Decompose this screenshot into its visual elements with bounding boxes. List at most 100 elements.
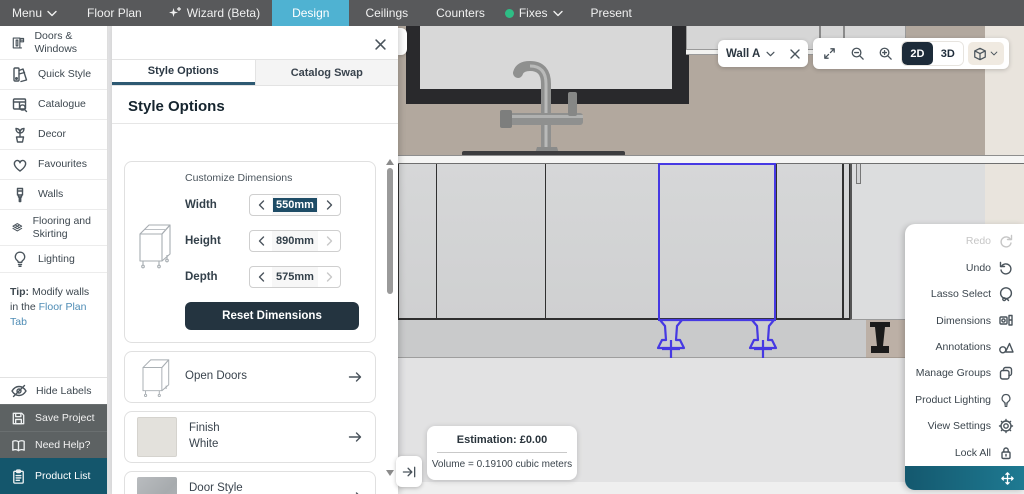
wizard-label: Wizard (Beta) (186, 6, 261, 20)
width-increase-button[interactable] (318, 195, 340, 215)
plinth[interactable] (398, 320, 866, 358)
width-stepper: 550mm (249, 194, 341, 216)
sidebar-item-quick-style[interactable]: Quick Style (0, 60, 107, 90)
door-style-card[interactable]: Door Style Clerkenwell (124, 471, 376, 494)
redo-label: Redo (965, 235, 991, 248)
view-2d-button[interactable]: 2D (902, 42, 933, 65)
product-list-button[interactable]: Product List (0, 458, 107, 494)
paint-brush-icon (16, 187, 24, 202)
product-lighting-button[interactable]: Product Lighting (905, 387, 1024, 413)
status-dot (504, 8, 514, 18)
top-menu-bar: Menu Floor Plan Wizard (Beta) Design Cei… (0, 0, 1024, 26)
tab-design-active[interactable]: Design (272, 0, 350, 26)
redo-button[interactable]: Redo (905, 228, 1024, 254)
design-label: Design (292, 6, 330, 20)
sidebar-item-lighting[interactable]: Lighting (0, 246, 107, 273)
zoom-out-button[interactable] (846, 41, 870, 66)
annotations-button[interactable]: Annotations (905, 334, 1024, 360)
hide-labels-button[interactable]: Hide Labels (0, 377, 107, 404)
sidebar-item-catalogue[interactable]: Catalogue (0, 90, 107, 120)
expand-icon (824, 48, 836, 59)
heart-icon (13, 159, 27, 172)
style-options-panel: Style Options Catalog Swap Style Options… (112, 26, 398, 494)
view-settings-label: View Settings (927, 420, 991, 433)
manage-groups-button[interactable]: Manage Groups (905, 360, 1024, 386)
tab-style-options[interactable]: Style Options (112, 60, 255, 85)
fit-view-button[interactable] (818, 41, 842, 66)
base-cabinet[interactable] (398, 164, 436, 320)
sidebar-item-walls[interactable]: Walls (0, 180, 107, 210)
tab-ceilings[interactable]: Ceilings (365, 0, 408, 26)
sidebar-item-decor[interactable]: Decor (0, 120, 107, 150)
tab-floor-plan[interactable]: Floor Plan (87, 0, 142, 26)
open-doors-card[interactable]: Open Doors (124, 351, 376, 403)
chevron-down-icon[interactable] (766, 51, 775, 57)
height-increase-button[interactable] (318, 231, 340, 251)
customize-dimensions-title: Customize Dimensions (185, 172, 293, 184)
close-icon (374, 38, 386, 50)
gear-icon (998, 419, 1014, 434)
plant-icon (15, 127, 25, 143)
need-help-button[interactable]: Need Help? (0, 431, 107, 458)
cabinet-filler[interactable] (843, 164, 850, 320)
height-decrease-button[interactable] (250, 231, 272, 251)
view-3d-button[interactable]: 3D (932, 42, 963, 65)
cabinet-selection-outline[interactable] (658, 163, 776, 321)
estimation-total: Estimation: £0.00 (456, 434, 548, 446)
toolbar-drag-handle[interactable] (905, 466, 1024, 491)
width-row: Width 550mm (185, 194, 365, 216)
width-decrease-button[interactable] (250, 195, 272, 215)
wall-selector-label[interactable]: Wall A (726, 48, 760, 60)
faucet[interactable] (500, 60, 596, 157)
save-project-label: Save Project (35, 412, 95, 424)
collapse-panel-button[interactable] (396, 456, 422, 487)
divider (437, 452, 567, 453)
tab-counters[interactable]: Counters (436, 0, 485, 26)
panel-scrollbar[interactable] (387, 158, 393, 494)
zoom-out-icon (851, 47, 864, 60)
sidebar-item-favourites[interactable]: Favourites (0, 150, 107, 180)
dimensions-button[interactable]: Dimensions (905, 307, 1024, 333)
zoom-in-button[interactable] (873, 41, 897, 66)
depth-value-field[interactable]: 575mm (272, 267, 318, 287)
reset-dimensions-button[interactable]: Reset Dimensions (185, 302, 359, 330)
door-style-swatch (137, 477, 177, 494)
tab-label: Catalog Swap (290, 66, 363, 79)
undo-button[interactable]: Undo (905, 254, 1024, 280)
tab-catalog-swap[interactable]: Catalog Swap (254, 60, 398, 85)
lock-all-button[interactable]: Lock All (905, 440, 1024, 466)
swatches-icon (13, 66, 28, 82)
sidebar-item-doors-windows[interactable]: Doors & Windows (0, 26, 107, 60)
left-sidebar: Doors & Windows Quick Style Catalogue De… (0, 26, 108, 494)
close-icon[interactable] (790, 48, 800, 59)
lock-icon (1001, 447, 1011, 460)
chevron-left-icon (258, 200, 264, 210)
fixes-dropdown[interactable]: Fixes (504, 0, 563, 26)
menu-dropdown[interactable]: Menu (12, 0, 57, 26)
save-project-button[interactable]: Save Project (0, 404, 107, 431)
scrollbar-thumb[interactable] (387, 168, 393, 294)
width-value-field[interactable]: 550mm (272, 195, 318, 215)
door-style-label: Door Style Clerkenwell (189, 481, 335, 494)
tab-wizard[interactable]: Wizard (Beta) (168, 0, 260, 26)
sidebar-item-label: Catalogue (38, 98, 86, 111)
base-cabinet[interactable] (436, 164, 545, 320)
ceilings-label: Ceilings (365, 6, 409, 20)
base-cabinet[interactable] (776, 164, 843, 320)
close-panel-button[interactable] (370, 34, 390, 54)
height-value-field[interactable]: 890mm (272, 231, 318, 251)
redo-icon (1000, 235, 1013, 248)
depth-stepper: 575mm (249, 266, 341, 288)
depth-decrease-button[interactable] (250, 267, 272, 287)
render-style-dropdown[interactable] (967, 42, 1005, 65)
finish-card[interactable]: Finish White (124, 411, 376, 463)
view-settings-button[interactable]: View Settings (905, 413, 1024, 439)
sidebar-item-flooring[interactable]: Flooring and Skirting (0, 210, 107, 246)
sink-cabinet[interactable] (545, 164, 658, 320)
lasso-select-button[interactable]: Lasso Select (905, 281, 1024, 307)
menu-label: Menu (12, 6, 43, 20)
chevron-down-icon (552, 10, 563, 16)
depth-increase-button[interactable] (318, 267, 340, 287)
tab-label: Style Options (147, 65, 219, 77)
tab-present[interactable]: Present (591, 0, 632, 26)
